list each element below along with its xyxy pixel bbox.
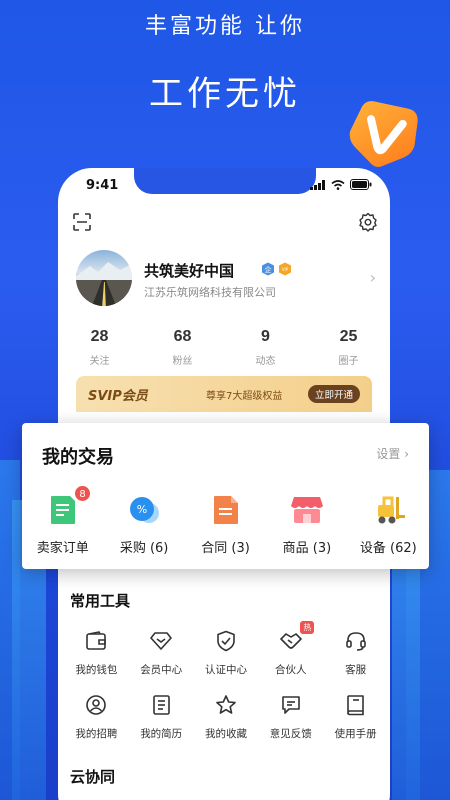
order-count-badge: 8 [74,485,91,502]
stat-value: 68 [173,328,192,345]
trade-title: 我的交易 [42,447,114,468]
handshake-icon [279,633,302,649]
svip-logo: SVIP会员 [88,389,148,404]
scan-icon[interactable] [72,212,92,232]
shield-check-icon [217,630,235,652]
tool-resume[interactable]: 我的简历 [129,692,194,756]
enterprise-badge-icon: 企 [262,262,274,276]
tool-label: 我的钱包 [75,664,118,676]
trade-item-label: 卖家订单 [36,541,89,556]
tool-label: 会员中心 [140,664,183,676]
stat-value: 25 [339,328,358,345]
purchase-icon: % [130,497,160,523]
hot-tag: 热 [300,621,315,634]
trade-item-label: 设备 (62) [359,541,417,556]
forklift-icon [378,496,406,524]
tool-customer-service[interactable]: 客服 [323,628,388,692]
promo-headline-small: 丰富功能 让你 [145,14,305,39]
signal-icon [310,179,325,190]
order-icon [50,496,75,524]
svg-text:企: 企 [265,265,272,274]
wallet-icon [86,631,107,650]
gear-icon[interactable] [358,212,378,232]
status-time: 9:41 [86,178,119,193]
tool-label: 我的收藏 [204,728,247,740]
diamond-icon [150,632,172,650]
tool-label: 认证中心 [204,664,247,676]
trade-item-purchase[interactable]: % 采购 (6) [103,493,184,556]
svip-banner[interactable]: SVIP会员 尊享7大超级权益 立即开通 [76,376,372,412]
my-trade-card: 我的交易 设置 › 8 卖家订单 % 采购 (6) 合同 (3) 商品 (3) … [22,423,429,569]
tool-partner[interactable]: 热 合伙人 [258,621,323,692]
resume-icon [153,695,170,715]
shop-icon [290,497,323,523]
company-name: 江苏乐筑网络科技有限公司 [144,286,276,299]
tool-wallet[interactable]: 我的钱包 [64,628,129,692]
stat-fans[interactable]: 68 粉丝 [141,328,224,367]
tool-recruitment[interactable]: 我的招聘 [64,692,129,756]
phone-notch [134,168,316,194]
tool-label: 合伙人 [275,664,307,676]
stat-label: 关注 [89,356,110,367]
trade-settings-label: 设置 [376,447,401,461]
stat-value: 9 [261,328,270,345]
stats-row: 28 关注 68 粉丝 9 动态 25 圈子 [58,328,390,367]
tools-section-title: 常用工具 [70,592,131,610]
tools-grid: 我的钱包 会员中心 认证中心 热 合伙人 客服 我的招聘 我的简历 我的收藏 意… [64,621,388,756]
chevron-right-icon: › [404,447,409,461]
tool-label: 意见反馈 [269,728,312,740]
stat-value: 28 [90,328,109,345]
svg-text:%: % [137,503,147,516]
background-building [392,530,420,800]
trade-item-contract[interactable]: 合同 (3) [185,493,266,556]
stat-following[interactable]: 28 关注 [58,328,141,367]
tool-certification[interactable]: 认证中心 [194,628,259,692]
trade-item-label: 商品 (3) [282,541,332,556]
user-badges: 企 VIP [261,262,292,276]
vip-badge-icon: VIP [279,262,291,276]
trade-item-label: 合同 (3) [201,541,250,556]
avatar-image [76,262,132,306]
tool-favorites[interactable]: 我的收藏 [194,692,259,756]
recruit-icon [86,695,107,715]
stat-label: 动态 [255,356,276,367]
svg-text:VIP: VIP [282,267,289,272]
trade-item-equipment[interactable]: 设备 (62) [348,493,429,556]
wifi-icon [331,179,345,190]
v-logo-icon [349,101,418,167]
stat-label: 粉丝 [172,356,193,367]
manual-icon [346,695,364,716]
tool-manual[interactable]: 使用手册 [323,692,388,756]
tool-label: 使用手册 [334,728,377,740]
top-toolbar [72,212,378,234]
headset-icon [345,632,366,651]
tool-feedback[interactable]: 意见反馈 [258,692,323,756]
star-icon [216,695,236,714]
trade-item-seller-orders[interactable]: 8 卖家订单 [22,485,103,556]
cloud-section-title: 云协同 [70,768,116,786]
chevron-right-icon: › [369,268,376,287]
tool-member-center[interactable]: 会员中心 [129,628,194,692]
stat-label: 圈子 [338,356,359,367]
user-name: 共筑美好中国 [144,262,235,280]
contract-icon [213,496,238,524]
avatar[interactable] [76,250,132,306]
tool-label: 我的简历 [140,728,183,740]
trade-settings-link[interactable]: 设置 › [376,445,409,462]
status-icons [310,179,372,190]
feedback-icon [281,696,300,714]
svip-description: 尊享7大超级权益 [206,391,283,402]
tool-label: 我的招聘 [75,728,118,740]
battery-icon [350,179,372,190]
trade-items: 8 卖家订单 % 采购 (6) 合同 (3) 商品 (3) 设备 (62) [22,485,429,556]
profile-card[interactable]: 共筑美好中国 企 VIP 江苏乐筑网络科技有限公司 › [76,250,376,310]
trade-item-label: 采购 (6) [119,541,169,556]
stat-posts[interactable]: 9 动态 [224,328,307,367]
tool-label: 客服 [345,664,367,676]
svip-open-button[interactable]: 立即开通 [307,385,360,403]
trade-item-products[interactable]: 商品 (3) [266,493,347,556]
stat-circles[interactable]: 25 圈子 [307,328,390,367]
